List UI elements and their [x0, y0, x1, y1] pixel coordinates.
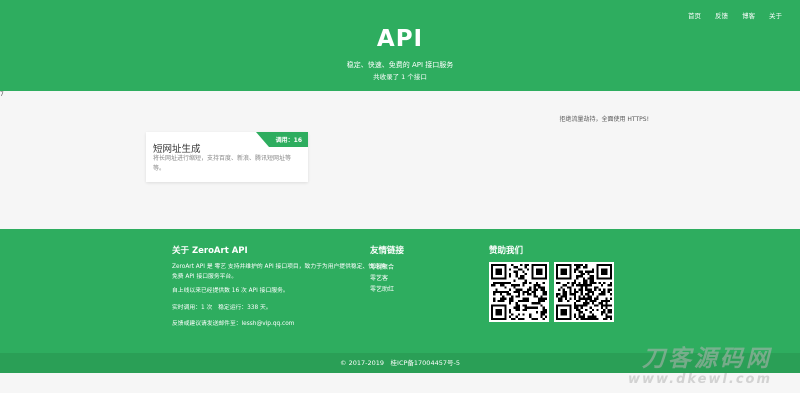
about-realtime: 实时调用：1 次 稳定运行：338 天。	[172, 305, 272, 311]
about-intro: ZeroArt API 是 零艺 支持并维护的 API 接口项目，致力于为用户提…	[172, 264, 386, 280]
api-card-description: 将长网址进行缩短，支持百度、新浪、腾讯短网址等等。	[153, 155, 292, 172]
corner-mark: 7	[0, 91, 4, 98]
api-count: 共收录了 1 个接口	[373, 73, 427, 81]
friend-link-1[interactable]: 零视聚合	[370, 262, 394, 273]
links-title: 友情链接	[370, 246, 405, 256]
about-stats: 自上线以来已经提供数 16 次 API 接口服务。	[172, 288, 289, 294]
qr-code-icon	[489, 262, 549, 322]
watermark-line-2: www.dkewl.com	[627, 372, 772, 387]
site-tagline: 稳定、快速、免费的 API 接口服务	[346, 61, 454, 69]
friend-link-3[interactable]: 零艺助红	[370, 284, 394, 295]
about-contact: 反馈或建议请发送邮件至：lessh@vip.qq.com	[172, 321, 295, 327]
about-title: 关于 ZeroArt API	[172, 246, 248, 256]
https-notice: 拒绝流量劫持，全面使用 HTTPS!	[559, 116, 649, 123]
nav-blog-link[interactable]: 博客	[742, 10, 755, 20]
nav-home-link[interactable]: 首页	[688, 10, 701, 20]
nav-about-link[interactable]: 关于	[769, 10, 782, 20]
page-header: 首页 反馈 博客 关于 API 稳定、快速、免费的 API 接口服务 共收录了 …	[0, 0, 800, 91]
api-card-title: 短网址生成	[153, 144, 201, 155]
friend-links: 零视聚合 零艺客 零艺助红	[370, 262, 394, 295]
nav-feedback-link[interactable]: 反馈	[715, 10, 728, 20]
watermark: 刀客源码网 www.dkewl.com	[628, 346, 772, 388]
friend-link-2[interactable]: 零艺客	[370, 273, 394, 284]
site-title: API	[376, 26, 424, 52]
call-count-badge: 调用：16	[256, 132, 308, 147]
qr-code-icon	[554, 262, 614, 322]
donate-title: 赞助我们	[489, 246, 524, 256]
watermark-line-1: 刀客源码网	[642, 346, 772, 372]
call-count-label: 调用：16	[275, 137, 302, 144]
top-nav: 首页 反馈 博客 关于	[688, 10, 782, 20]
api-card-short-url[interactable]: 调用：16 短网址生成 将长网址进行缩短，支持百度、新浪、腾讯短网址等等。	[146, 132, 308, 182]
